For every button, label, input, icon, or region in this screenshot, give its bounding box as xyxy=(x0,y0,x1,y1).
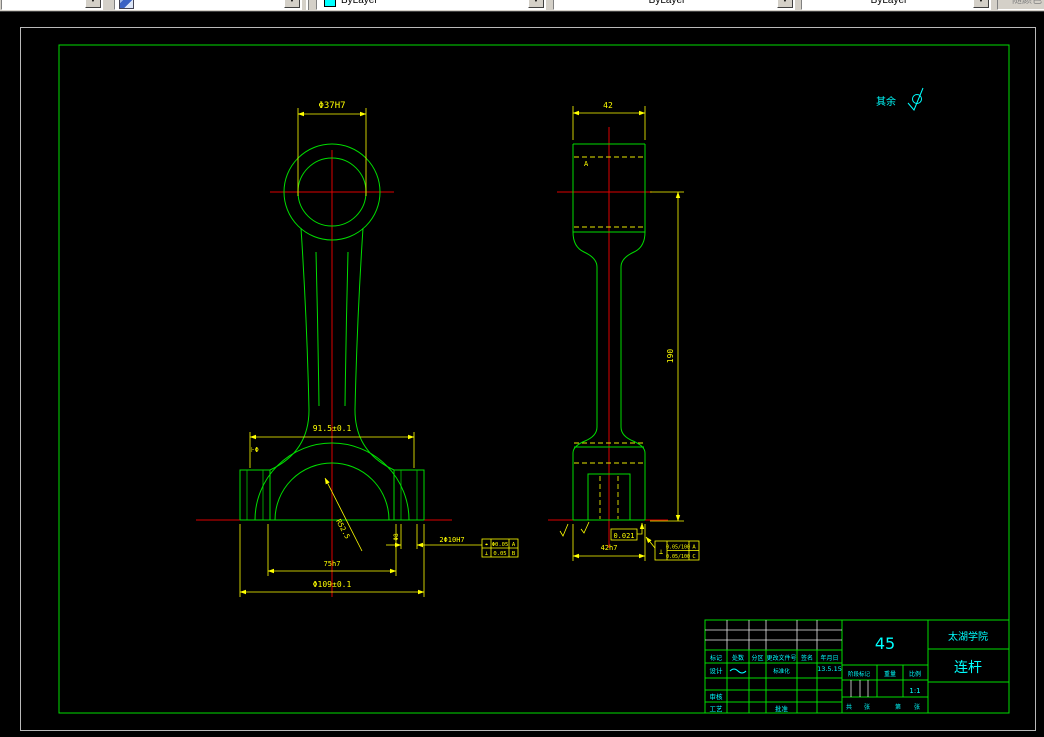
fcf-symbol: ⌖ xyxy=(485,542,488,548)
revision-grid xyxy=(705,620,842,650)
part-name: 连杆 xyxy=(954,660,982,676)
roughness-check-icon xyxy=(907,87,924,111)
side-view: 42 A 190 42h7 0.021 ⊥ 0.05/100 A 0.05/10… xyxy=(548,101,700,561)
fcf-tolerance: Φ0.05 xyxy=(492,542,509,548)
sheet-frame xyxy=(20,27,1036,731)
front-centerlines xyxy=(196,150,452,597)
svg-text:共: 共 xyxy=(846,703,852,711)
svg-text:处数: 处数 xyxy=(732,654,744,662)
svg-text:设计: 设计 xyxy=(710,666,724,675)
signature-mark xyxy=(729,668,747,674)
signature-rows: 设计 标准化 13.5.15 审核 工艺 批准 xyxy=(710,665,842,713)
side-centerlines xyxy=(548,127,668,548)
front-dimensions: Φ37H7 91.5±0.1 ⊦Φ R52.5 75h7 Φ109±0.1 2Φ… xyxy=(239,101,519,597)
svg-text:分区: 分区 xyxy=(751,654,763,662)
datum-a-label: A xyxy=(584,160,589,168)
svg-text:张: 张 xyxy=(914,703,920,711)
fcf-datum: A xyxy=(512,542,516,548)
scale-value: 1:1 xyxy=(909,687,920,695)
dim-span: 91.5±0.1 xyxy=(313,424,352,433)
dim-bolt-holes: 2Φ10H7 xyxy=(439,536,464,544)
fcf-datum: B xyxy=(512,551,516,557)
svg-text:重量: 重量 xyxy=(884,670,896,678)
fcf-datum: A xyxy=(692,545,696,551)
rest-label: 其余 xyxy=(876,95,896,108)
section-mark: ⊦Φ xyxy=(251,446,259,454)
dim-width-bottom: 42h7 xyxy=(601,544,618,552)
header-row: 标记 处数 分区 更改文件号 签名 年月日 xyxy=(710,654,839,662)
front-feature-control-frame: ⌖ Φ0.05 A ⊥ 0.05 B xyxy=(481,538,519,558)
svg-text:第: 第 xyxy=(895,703,901,711)
fcf-tolerance: 0.05/100 xyxy=(666,554,690,560)
company-name: 太湖学院 xyxy=(948,630,988,643)
roughness-mark-icon xyxy=(559,523,569,537)
svg-text:批准: 批准 xyxy=(775,704,789,713)
fcf-symbol: ⊥ xyxy=(659,548,663,556)
dim-small-bore: Φ37H7 xyxy=(318,101,345,111)
surface-roughness-note: 其余 xyxy=(876,87,924,111)
svg-text:更改文件号: 更改文件号 xyxy=(766,654,796,662)
svg-text:张: 张 xyxy=(864,703,870,711)
svg-text:签名: 签名 xyxy=(801,654,813,662)
fcf-tolerance: 0.05 xyxy=(493,551,506,557)
dim-width-top: 42 xyxy=(603,101,613,110)
date-value: 13.5.15 xyxy=(817,665,842,673)
svg-text:标记: 标记 xyxy=(710,654,722,662)
dim-boxed: 0.021 xyxy=(613,532,634,540)
svg-text:年月日: 年月日 xyxy=(820,654,838,662)
dim-radius: R52.5 xyxy=(334,518,351,540)
fcf-symbol: ⊥ xyxy=(485,551,489,557)
fcf-tolerance: 0.05/100 xyxy=(666,545,690,551)
svg-text:阶段标记: 阶段标记 xyxy=(848,670,871,678)
dim-cap-width: 75h7 xyxy=(324,560,341,568)
scale-weight-row: 阶段标记 重量 比例 1:1 共 张 第 张 xyxy=(846,670,921,711)
dim-length: 190 xyxy=(666,349,675,364)
side-feature-control-frame: ⊥ 0.05/100 A 0.05/100 C xyxy=(645,536,700,561)
material-value: 45 xyxy=(875,634,895,653)
drawing-canvas[interactable]: 其余 Φ37H7 91.5±0.1 ⊦Φ R52.5 75h7 Φ109±0.1… xyxy=(0,0,1044,737)
svg-text:工艺: 工艺 xyxy=(710,705,724,713)
svg-text:比例: 比例 xyxy=(909,670,921,678)
roughness-mark-icon xyxy=(580,521,590,534)
svg-text:审核: 审核 xyxy=(710,692,724,701)
svg-text:标准化: 标准化 xyxy=(773,667,790,675)
dim-tab-hole: Φ8 xyxy=(393,533,400,541)
front-view: Φ37H7 91.5±0.1 ⊦Φ R52.5 75h7 Φ109±0.1 2Φ… xyxy=(196,101,519,597)
fcf-datum: C xyxy=(692,554,695,560)
title-block: 45 太湖学院 连杆 标记 处数 分区 更改文件号 签名 年月日 设计 标准化 … xyxy=(704,619,1010,714)
dim-big-od: Φ109±0.1 xyxy=(313,580,352,589)
